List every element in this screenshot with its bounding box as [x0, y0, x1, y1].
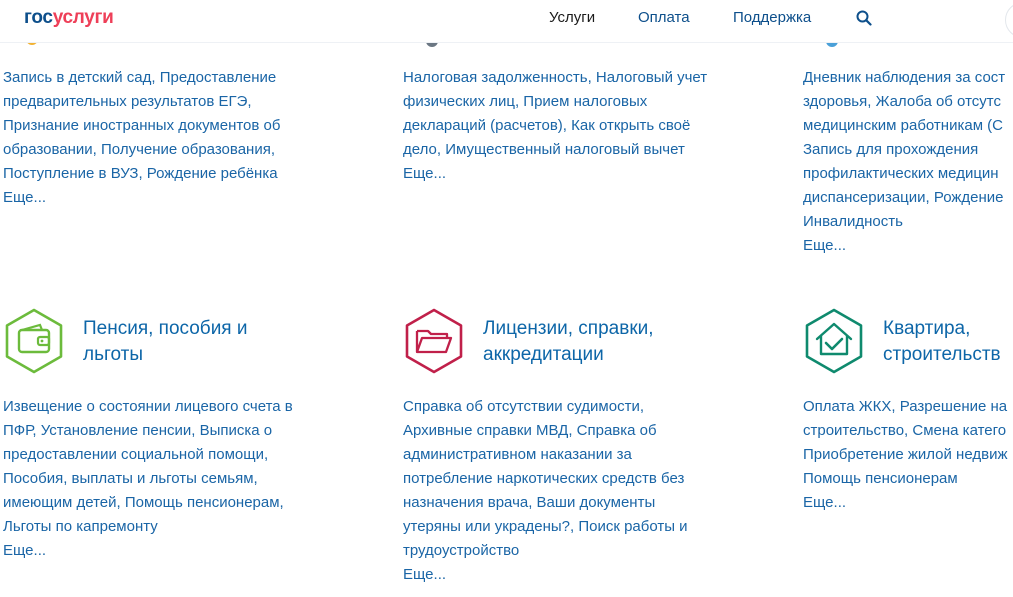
- category-title-housing[interactable]: Квартира, строительств: [883, 316, 1001, 368]
- more-link[interactable]: Еще...: [803, 234, 1005, 258]
- service-links[interactable]: утеряны или украдены?, Поиск работы и: [403, 515, 688, 539]
- house-check-icon[interactable]: [802, 307, 866, 375]
- service-links[interactable]: деклараций (расчетов), Как открыть своё: [403, 114, 707, 138]
- service-links[interactable]: Дневник наблюдения за сост: [803, 66, 1005, 90]
- account-button[interactable]: [1005, 2, 1013, 38]
- category-title-pension[interactable]: Пенсия, пособия и льготы: [83, 316, 248, 368]
- service-links[interactable]: Запись для прохождения: [803, 138, 1005, 162]
- nav-support[interactable]: Поддержка: [733, 9, 811, 26]
- service-links[interactable]: потребление наркотических средств без: [403, 467, 688, 491]
- folder-icon[interactable]: [402, 307, 466, 375]
- gosuslugi-logo[interactable]: госуслуги: [24, 7, 114, 29]
- service-links[interactable]: профилактических медицин: [803, 162, 1005, 186]
- service-links[interactable]: Пособия, выплаты и льготы семьям,: [3, 467, 293, 491]
- more-link[interactable]: Еще...: [403, 563, 688, 587]
- health-services-list: Дневник наблюдения за сост здоровья, Жал…: [803, 66, 1005, 258]
- licenses-services-list: Справка об отсутствии судимости, Архивны…: [403, 395, 688, 587]
- tax-services-list: Налоговая задолженность, Налоговый учет …: [403, 66, 707, 186]
- service-links[interactable]: Запись в детский сад, Предоставление: [3, 66, 280, 90]
- service-links[interactable]: Признание иностранных документов об: [3, 114, 280, 138]
- service-links[interactable]: Архивные справки МВД, Справка об: [403, 419, 688, 443]
- more-link[interactable]: Еще...: [3, 186, 280, 210]
- service-links[interactable]: Оплата ЖКХ, Разрешение на: [803, 395, 1008, 419]
- service-links[interactable]: Налоговая задолженность, Налоговый учет: [403, 66, 707, 90]
- category-title-licenses[interactable]: Лицензии, справки, аккредитации: [483, 316, 654, 368]
- service-links[interactable]: назначения врача, Ваши документы: [403, 491, 688, 515]
- service-links[interactable]: предоставлении социальной помощи,: [3, 443, 293, 467]
- more-link[interactable]: Еще...: [803, 491, 1008, 515]
- housing-services-list: Оплата ЖКХ, Разрешение на строительство,…: [803, 395, 1008, 515]
- service-links[interactable]: административном наказании за: [403, 443, 688, 467]
- service-links[interactable]: Приобретение жилой недвиж: [803, 443, 1008, 467]
- service-links[interactable]: трудоустройство: [403, 539, 688, 563]
- more-link[interactable]: Еще...: [403, 162, 707, 186]
- service-links[interactable]: Инвалидность: [803, 210, 1005, 234]
- service-links[interactable]: медицинским работникам (С: [803, 114, 1005, 138]
- service-links[interactable]: дело, Имущественный налоговый вычет: [403, 138, 707, 162]
- service-links[interactable]: строительство, Смена катего: [803, 419, 1008, 443]
- pension-services-list: Извещение о состоянии лицевого счета в П…: [3, 395, 293, 563]
- service-links[interactable]: диспансеризации, Рождение: [803, 186, 1005, 210]
- service-links[interactable]: Поступление в ВУЗ, Рождение ребёнка: [3, 162, 280, 186]
- wallet-icon[interactable]: [2, 307, 66, 375]
- service-links[interactable]: образовании, Получение образования,: [3, 138, 280, 162]
- service-links[interactable]: имеющим детей, Помощь пенсионерам,: [3, 491, 293, 515]
- nav-services[interactable]: Услуги: [549, 9, 595, 26]
- search-icon[interactable]: [856, 10, 872, 31]
- service-links[interactable]: Справка об отсутствии судимости,: [403, 395, 688, 419]
- service-links[interactable]: Льготы по капремонту: [3, 515, 293, 539]
- service-links[interactable]: Помощь пенсионерам: [803, 467, 1008, 491]
- nav-payment[interactable]: Оплата: [638, 9, 690, 26]
- service-links[interactable]: здоровья, Жалоба об отсутс: [803, 90, 1005, 114]
- service-links[interactable]: ПФР, Установление пенсии, Выписка о: [3, 419, 293, 443]
- education-services-list: Запись в детский сад, Предоставление пре…: [3, 66, 280, 210]
- service-links[interactable]: предварительных результатов ЕГЭ,: [3, 90, 280, 114]
- service-links[interactable]: физических лиц, Прием налоговых: [403, 90, 707, 114]
- more-link[interactable]: Еще...: [3, 539, 293, 563]
- service-links[interactable]: Извещение о состоянии лицевого счета в: [3, 395, 293, 419]
- top-header: госуслуги Услуги Оплата Поддержка: [0, 0, 1013, 43]
